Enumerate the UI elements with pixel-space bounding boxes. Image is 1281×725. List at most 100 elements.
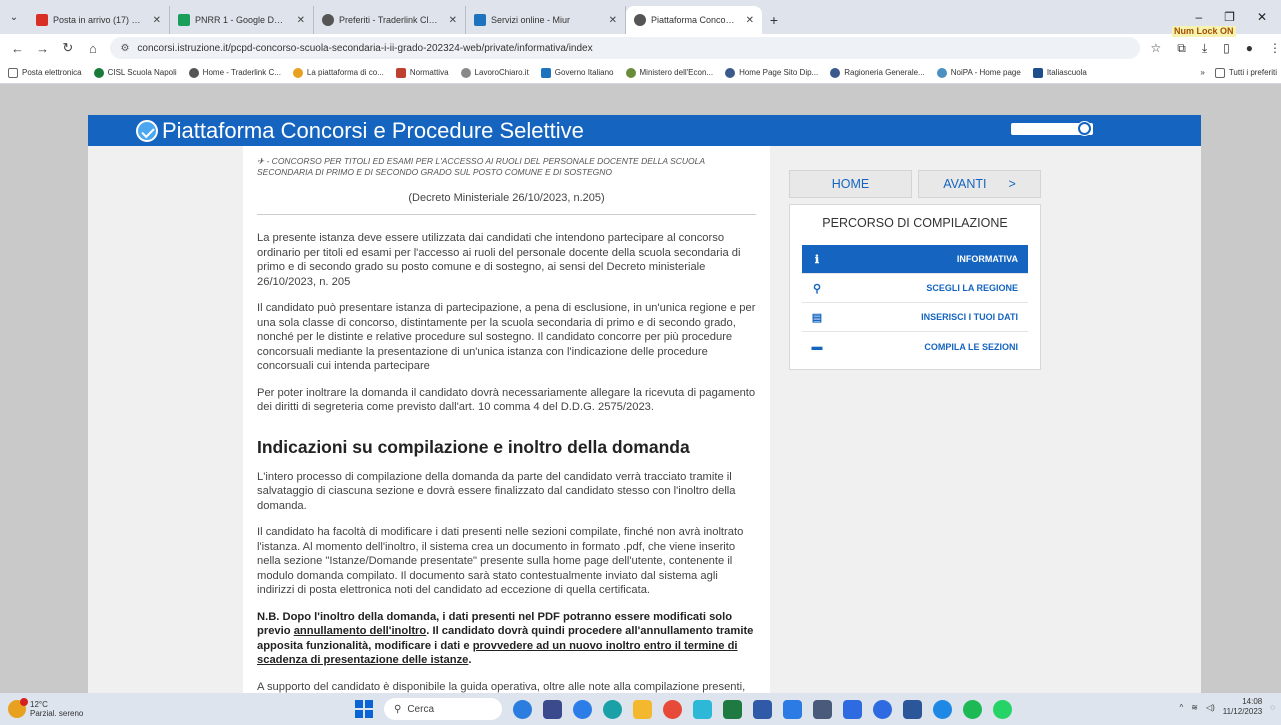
briefcase-icon: ▬ [811, 340, 823, 353]
volume-icon[interactable]: ◁) [1206, 703, 1215, 712]
browser-tab-bar: ⌄ Posta in arrivo (17) - attilio.vare ✕ … [0, 0, 1281, 34]
app-icon[interactable] [873, 699, 892, 719]
edge-icon[interactable] [603, 699, 622, 719]
bookmark-item[interactable]: Normattiva [395, 67, 449, 78]
tab-gmail[interactable]: Posta in arrivo (17) - attilio.vare ✕ [28, 6, 170, 34]
app-icon[interactable] [693, 699, 712, 719]
tab-traderlink[interactable]: Preferiti - Traderlink Cloud ✕ [314, 6, 466, 34]
globe-icon [188, 67, 199, 78]
clock[interactable]: 14:08 11/12/2023 [1223, 697, 1262, 717]
paragraph: Il candidato può presentare istanza di p… [257, 302, 756, 372]
governo-icon [540, 67, 551, 78]
bookmark-item[interactable]: LavoroChiaro.it [460, 67, 529, 78]
download-icon[interactable]: ⤓ [1202, 41, 1207, 56]
address-bar[interactable]: ⚙ concorsi.istruzione.it/pcpd-concorso-s… [110, 37, 1141, 59]
bookmark-item[interactable]: Governo Italiano [540, 67, 614, 78]
close-icon[interactable]: ✕ [147, 15, 161, 26]
folder-icon [8, 67, 18, 78]
weather-widget[interactable]: 12°C Parzial. sereno [0, 698, 83, 718]
italiascuola-icon [1032, 67, 1043, 78]
section-heading: Indicazioni su compilazione e inoltro de… [257, 436, 690, 457]
tab-miur[interactable]: Servizi online - Miur ✕ [466, 6, 626, 34]
new-tab-button[interactable]: + [762, 6, 786, 34]
site-brand[interactable]: Piattaforma Concorsi e Procedure Seletti… [162, 118, 584, 144]
sidebar: HOME AVANTI > PERCORSO DI COMPILAZIONE ℹ … [789, 170, 1041, 370]
chevron-up-icon[interactable]: ^ [1179, 703, 1183, 712]
bookmarks-more-button[interactable]: » [1200, 68, 1204, 77]
notification-icon[interactable]: ◌ [1270, 703, 1275, 712]
step-scegli-regione[interactable]: ⚲ SCEGLI LA REGIONE [802, 274, 1028, 303]
minimize-icon[interactable]: – [1195, 10, 1202, 24]
info-icon: ℹ [814, 253, 820, 266]
bookmark-item[interactable]: Home - Traderlink C... [188, 67, 281, 78]
rgs-icon [830, 67, 841, 78]
all-bookmarks-folder[interactable]: Tutti i preferiti [1214, 67, 1277, 78]
annullamento-link[interactable]: annullamento dell'inoltro [294, 625, 427, 637]
step-compila-sezioni[interactable]: ▬ COMPILA LE SEZIONI [802, 332, 1028, 361]
home-icon[interactable]: ⌂ [85, 41, 100, 56]
panel-title: PERCORSO DI COMPILAZIONE [822, 216, 1008, 230]
normattiva-icon [395, 67, 406, 78]
close-window-icon[interactable]: ✕ [1257, 10, 1267, 24]
bookmark-item[interactable]: Posta elettronica [8, 67, 82, 78]
close-icon[interactable]: ✕ [603, 15, 617, 26]
extensions-icon[interactable]: ⧉ [1177, 41, 1186, 56]
todo-icon[interactable] [843, 699, 862, 719]
back-icon[interactable]: ← [10, 41, 25, 56]
copilot-icon[interactable] [513, 699, 532, 719]
excel-icon[interactable] [723, 699, 742, 719]
folder-icon [1214, 67, 1225, 78]
toolbar-icons: ☆ ⧉ ⤓ ▯ ● ⋮ [1150, 41, 1281, 56]
user-icon[interactable] [1078, 122, 1091, 135]
weather-icon [8, 698, 28, 718]
restore-icon[interactable]: ❐ [1224, 10, 1235, 24]
step-informativa[interactable]: ℹ INFORMATIVA [802, 245, 1028, 274]
task-view-icon[interactable] [543, 699, 562, 719]
windows-start-icon[interactable] [355, 700, 373, 718]
bookmark-item[interactable]: La piattaforma di co... [292, 67, 384, 78]
close-icon[interactable]: ✕ [740, 15, 754, 26]
cisl-icon [93, 67, 104, 78]
gmail-icon [36, 14, 48, 26]
next-button[interactable]: AVANTI > [918, 170, 1041, 198]
taskbar-search[interactable]: ⚲ Cerca [384, 698, 502, 720]
reload-icon[interactable]: ↻ [60, 40, 75, 56]
bookmark-item[interactable]: Ministero dell'Econ... [625, 67, 713, 78]
profile-icon[interactable]: ● [1246, 41, 1253, 55]
whatsapp-icon[interactable] [993, 699, 1012, 719]
bookmark-item[interactable]: CISL Scuola Napoli [93, 67, 177, 78]
close-icon[interactable]: ✕ [443, 15, 457, 26]
paragraph: La presente istanza deve essere utilizza… [257, 232, 741, 288]
main-content: ✈ - CONCORSO PER TITOLI ED ESAMI PER L'A… [243, 146, 770, 693]
word-icon[interactable] [903, 699, 922, 719]
bookmark-item[interactable]: NoiPA - Home page [936, 67, 1021, 78]
close-icon[interactable]: ✕ [291, 15, 305, 26]
calculator-icon[interactable] [753, 699, 772, 719]
forward-icon[interactable]: → [35, 41, 50, 56]
cortana-icon[interactable] [933, 699, 952, 719]
bookmark-item[interactable]: Ragioneria Generale... [830, 67, 925, 78]
miur-icon [474, 14, 486, 26]
bookmark-item[interactable]: Italiascuola [1032, 67, 1087, 78]
step-inserisci-dati[interactable]: ▤ INSERISCI I TUOI DATI [802, 303, 1028, 332]
noipa-icon [936, 67, 947, 78]
app-icon[interactable] [813, 699, 832, 719]
drive-icon [178, 14, 190, 26]
system-tray: ^ ≋ ◁) 14:08 11/12/2023 ◌ [1179, 697, 1275, 717]
bookmark-item[interactable]: Home Page Sito Dip... [725, 67, 818, 78]
file-explorer-icon[interactable] [633, 699, 652, 719]
tab-drive[interactable]: PNRR 1 - Google Drive ✕ [170, 6, 314, 34]
site-info-icon[interactable]: ⚙ [120, 43, 129, 54]
side-panel-icon[interactable]: ▯ [1223, 41, 1230, 55]
spotify-icon[interactable] [963, 699, 982, 719]
tab-piattaforma-concorsi[interactable]: Piattaforma Concorsi ✕ [626, 6, 762, 34]
chat-icon[interactable] [573, 699, 592, 719]
app-icon[interactable] [783, 699, 802, 719]
tab-list-chevron-icon[interactable]: ⌄ [0, 0, 28, 34]
chrome-icon[interactable] [663, 699, 682, 719]
bookmark-star-icon[interactable]: ☆ [1150, 41, 1161, 55]
home-button[interactable]: HOME [789, 170, 912, 198]
numlock-indicator: Num Lock ON [1172, 26, 1236, 37]
wifi-icon[interactable]: ≋ [1191, 703, 1198, 712]
menu-icon[interactable]: ⋮ [1269, 41, 1281, 55]
